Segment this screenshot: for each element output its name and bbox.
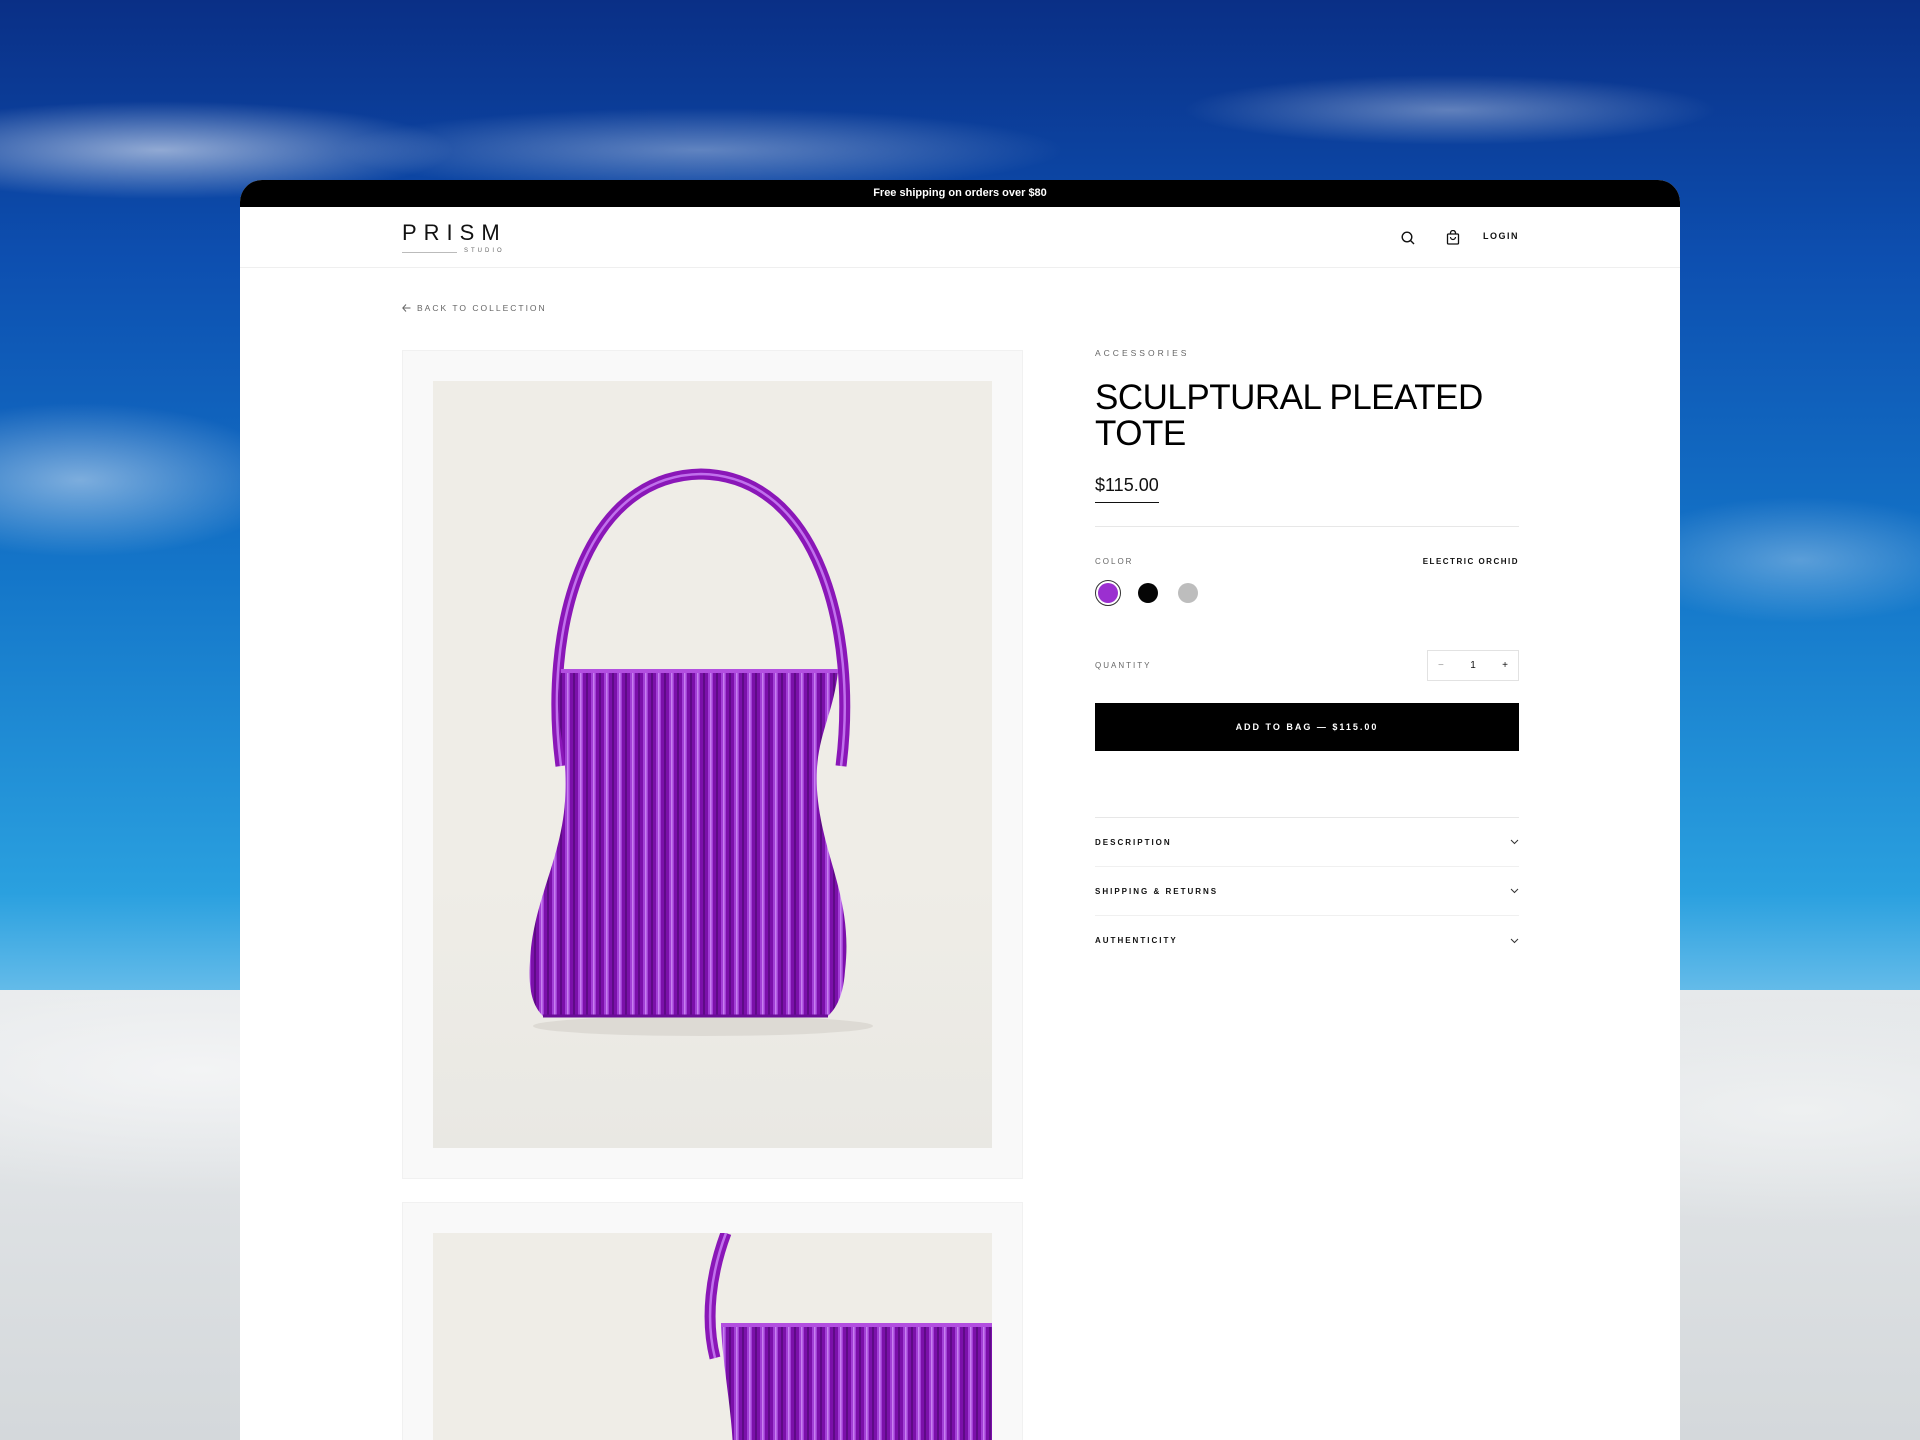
- chevron-down-icon: [1510, 888, 1519, 894]
- selected-color-name: ELECTRIC ORCHID: [1422, 557, 1519, 566]
- product-title: SCULPTURAL PLEATED TOTE: [1095, 378, 1483, 453]
- accordion-description[interactable]: DESCRIPTION: [1095, 818, 1519, 867]
- brand-name: PRISM: [402, 220, 507, 245]
- bag-icon[interactable]: [1445, 230, 1461, 246]
- swatch-black[interactable]: [1135, 580, 1161, 606]
- brand-sub: STUDIO: [464, 248, 505, 254]
- swatch-electric-orchid[interactable]: [1095, 580, 1121, 606]
- increase-quantity-button[interactable]: +: [1502, 660, 1508, 671]
- pleated-tote-closeup-illustration: [704, 1233, 992, 1440]
- swatch-dot: [1098, 583, 1118, 603]
- swatch-dot: [1138, 583, 1158, 603]
- chevron-down-icon: [1510, 839, 1519, 845]
- info-divider: [1095, 526, 1519, 527]
- quantity-row: QUANTITY − 1 +: [1095, 650, 1519, 681]
- accordion-authenticity[interactable]: AUTHENTICITY: [1095, 916, 1519, 965]
- product-category[interactable]: ACCESSORIES: [1095, 348, 1519, 358]
- logo-rule: [402, 252, 457, 253]
- quantity-stepper[interactable]: − 1 +: [1427, 650, 1519, 681]
- announcement-bar: Free shipping on orders over $80: [240, 180, 1680, 207]
- back-to-collection-link[interactable]: BACK TO COLLECTION: [402, 303, 547, 313]
- browser-window: Free shipping on orders over $80 PRISM S…: [240, 180, 1680, 1440]
- product-image-card-2[interactable]: [402, 1202, 1023, 1440]
- quantity-label: QUANTITY: [1095, 661, 1152, 670]
- product-price: $115.00: [1095, 475, 1159, 503]
- brand-logo[interactable]: PRISM STUDIO: [402, 220, 512, 260]
- product-image-card[interactable]: [402, 350, 1023, 1179]
- product-image: [433, 381, 992, 1148]
- swatch-silver[interactable]: [1175, 580, 1201, 606]
- product-accordion: DESCRIPTION SHIPPING & RETURNS AUTHENTIC…: [1095, 817, 1519, 965]
- login-link[interactable]: LOGIN: [1483, 231, 1519, 241]
- chevron-down-icon: [1510, 938, 1519, 943]
- site-header: PRISM STUDIO LOGIN: [240, 207, 1680, 268]
- quantity-value[interactable]: 1: [1470, 660, 1476, 671]
- color-label: COLOR: [1095, 557, 1134, 566]
- decrease-quantity-button[interactable]: −: [1438, 660, 1444, 671]
- product-info: ACCESSORIES SCULPTURAL PLEATED TOTE $115…: [1095, 348, 1519, 965]
- accordion-shipping-returns[interactable]: SHIPPING & RETURNS: [1095, 867, 1519, 916]
- swatch-dot: [1178, 583, 1198, 603]
- color-swatches: [1095, 580, 1519, 606]
- accordion-label: SHIPPING & RETURNS: [1095, 886, 1219, 896]
- arrow-left-icon: [402, 304, 411, 312]
- color-row: COLOR ELECTRIC ORCHID: [1095, 557, 1519, 566]
- pleated-tote-illustration: [433, 468, 992, 1148]
- back-link-label: BACK TO COLLECTION: [417, 303, 547, 313]
- add-to-bag-button[interactable]: ADD TO BAG — $115.00: [1095, 703, 1519, 751]
- accordion-label: DESCRIPTION: [1095, 837, 1172, 847]
- accordion-label: AUTHENTICITY: [1095, 936, 1178, 945]
- product-image-2: [433, 1233, 992, 1440]
- search-icon[interactable]: [1400, 230, 1416, 246]
